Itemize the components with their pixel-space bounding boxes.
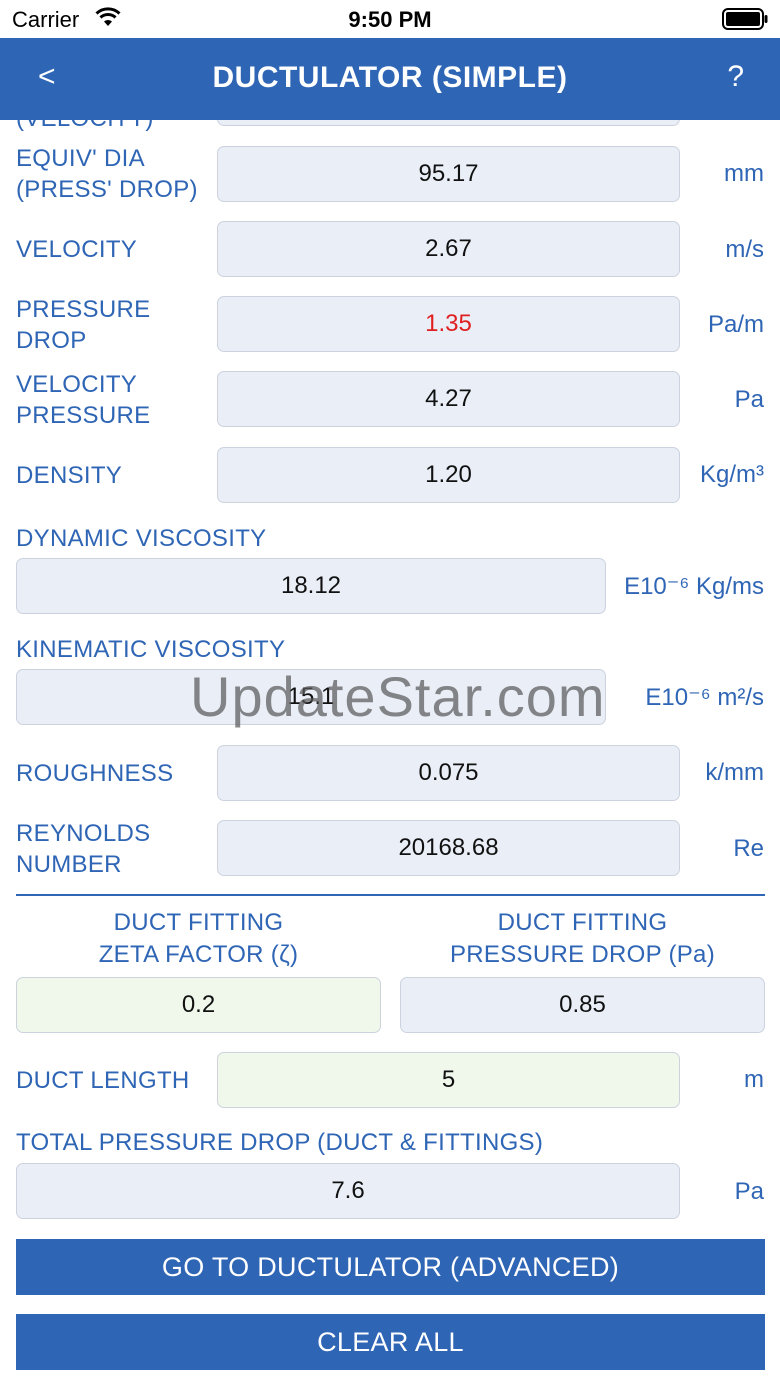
pressure-drop-label: PRESSURE DROP bbox=[16, 294, 150, 356]
pressure-drop-label-line2: DROP bbox=[16, 327, 87, 354]
density-unit: Kg/m³ bbox=[699, 461, 764, 488]
total-pressure-drop-unit: Pa bbox=[734, 1178, 764, 1205]
dynamic-viscosity-unit: E10⁻⁶ Kg/ms bbox=[624, 573, 764, 600]
zeta-factor-label: DUCT FITTING ZETA FACTOR (ζ) bbox=[16, 907, 381, 971]
section-divider bbox=[16, 894, 765, 896]
pressure-drop-field[interactable]: 1.35 bbox=[217, 296, 680, 352]
equiv-dia-unit: mm bbox=[724, 160, 764, 187]
velocity-pressure-label-line1: VELOCITY bbox=[16, 371, 138, 398]
velocity-pressure-label-line2: PRESSURE bbox=[16, 402, 151, 429]
velocity-label: VELOCITY bbox=[16, 236, 138, 263]
pressure-drop-unit: Pa/m bbox=[707, 311, 764, 338]
roughness-field[interactable]: 0.075 bbox=[217, 745, 680, 801]
velocity-cut-field[interactable] bbox=[217, 120, 680, 126]
duct-length-unit: m bbox=[744, 1066, 764, 1093]
help-button[interactable]: ? bbox=[727, 60, 744, 94]
fitting-pressure-drop-field[interactable]: 0.85 bbox=[400, 977, 765, 1033]
velocity-field[interactable]: 2.67 bbox=[217, 221, 680, 277]
equiv-dia-label-line1: EQUIV' DIA bbox=[16, 145, 145, 172]
density-label: DENSITY bbox=[16, 462, 123, 489]
velocity-unit: m/s bbox=[725, 236, 764, 263]
dynamic-viscosity-label: DYNAMIC VISCOSITY bbox=[16, 525, 267, 552]
nav-bar: < DUCTULATOR (SIMPLE) ? bbox=[0, 38, 780, 120]
zeta-factor-label-line1: DUCT FITTING bbox=[113, 909, 284, 936]
velocity-pressure-unit: Pa bbox=[734, 386, 764, 413]
calculator-form[interactable]: (VELOCITY) EQUIV' DIA (PRESS' DROP) 95.1… bbox=[0, 120, 780, 1387]
velocity-pressure-field[interactable]: 4.27 bbox=[217, 371, 680, 427]
roughness-unit: k/mm bbox=[705, 759, 764, 786]
density-field[interactable]: 1.20 bbox=[217, 447, 680, 503]
go-to-advanced-button[interactable]: GO TO DUCTULATOR (ADVANCED) bbox=[16, 1239, 765, 1295]
clock: 9:50 PM bbox=[348, 7, 432, 32]
battery-icon bbox=[722, 8, 768, 30]
kinematic-viscosity-label: KINEMATIC VISCOSITY bbox=[16, 636, 286, 663]
duct-length-input[interactable]: 5 bbox=[217, 1052, 680, 1108]
fitting-pressure-drop-label-line2: PRESSURE DROP (Pa) bbox=[449, 941, 716, 968]
duct-length-label: DUCT LENGTH bbox=[16, 1067, 190, 1094]
kinematic-viscosity-unit: E10⁻⁶ m²/s bbox=[645, 684, 764, 711]
velocity-cut-label: (VELOCITY) bbox=[16, 120, 154, 134]
clear-all-button[interactable]: CLEAR ALL bbox=[16, 1314, 765, 1370]
velocity-pressure-label: VELOCITY PRESSURE bbox=[16, 369, 150, 431]
reynolds-unit: Re bbox=[733, 835, 764, 862]
reynolds-label: REYNOLDS NUMBER bbox=[16, 818, 150, 880]
page-title: DUCTULATOR (SIMPLE) bbox=[212, 61, 568, 94]
zeta-factor-label-line2: ZETA FACTOR (ζ) bbox=[98, 941, 299, 968]
dynamic-viscosity-field[interactable]: 18.12 bbox=[16, 558, 606, 614]
watermark: UpdateStar.com bbox=[190, 665, 606, 728]
equiv-dia-label: EQUIV' DIA (PRESS' DROP) bbox=[16, 143, 198, 205]
reynolds-label-line2: NUMBER bbox=[16, 851, 122, 878]
equiv-dia-label-line2: (PRESS' DROP) bbox=[16, 176, 198, 203]
reynolds-label-line1: REYNOLDS bbox=[16, 820, 151, 847]
zeta-factor-input[interactable]: 0.2 bbox=[16, 977, 381, 1033]
total-pressure-drop-label: TOTAL PRESSURE DROP (DUCT & FITTINGS) bbox=[16, 1129, 544, 1156]
reynolds-field[interactable]: 20168.68 bbox=[217, 820, 680, 876]
total-pressure-drop-field[interactable]: 7.6 bbox=[16, 1163, 680, 1219]
fitting-pressure-drop-label-line1: DUCT FITTING bbox=[497, 909, 668, 936]
pressure-drop-label-line1: PRESSURE bbox=[16, 296, 151, 323]
roughness-label: ROUGHNESS bbox=[16, 760, 174, 787]
fitting-pressure-drop-label: DUCT FITTING PRESSURE DROP (Pa) bbox=[400, 907, 765, 971]
equiv-dia-field[interactable]: 95.17 bbox=[217, 146, 680, 202]
status-bar: Carrier 9:50 PM bbox=[0, 0, 780, 38]
